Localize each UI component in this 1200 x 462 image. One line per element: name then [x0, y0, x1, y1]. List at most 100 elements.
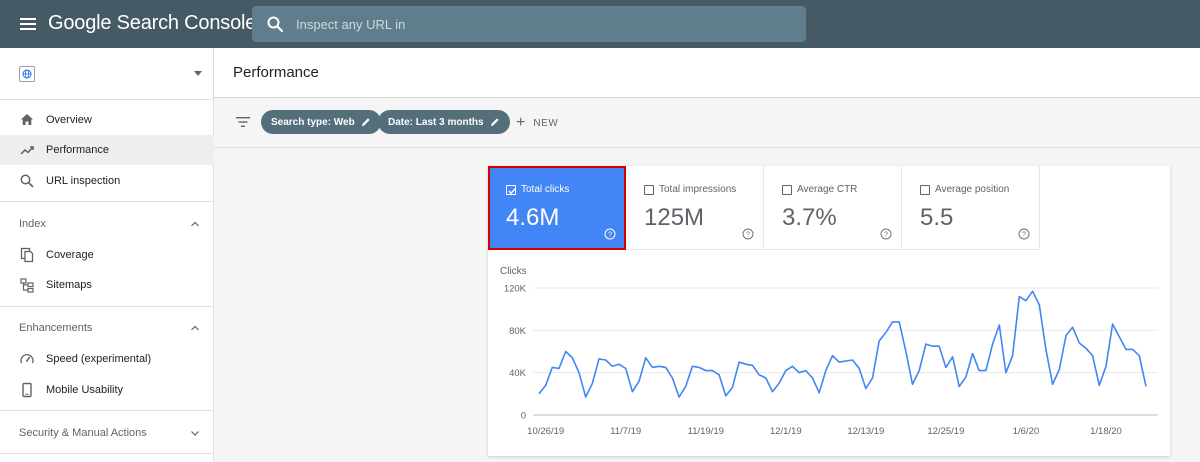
metric-value: 5.5	[920, 204, 954, 231]
chip-label: Search type: Web	[271, 116, 355, 128]
pencil-icon	[361, 118, 370, 126]
metric-label: Total clicks	[506, 184, 569, 195]
file-copy-icon	[20, 247, 34, 263]
sidebar-item-overview[interactable]: Overview	[0, 105, 214, 135]
app-title[interactable]: Google Search Console	[48, 12, 256, 35]
performance-card: Total clicks 4.6M ? Total impressions 12…	[488, 166, 1170, 456]
checkbox-checked-icon[interactable]	[506, 184, 516, 195]
sidebar-divider	[0, 306, 214, 307]
section-label: Index	[19, 218, 46, 230]
metric-average-position[interactable]: Average position 5.5 ?	[902, 166, 1040, 250]
property-dropdown-caret-icon[interactable]	[194, 71, 202, 76]
trending-up-icon	[20, 146, 34, 155]
sidebar-item-performance[interactable]: Performance	[0, 135, 214, 165]
checkbox-unchecked-icon[interactable]	[644, 184, 654, 195]
sidebar-item-label: Mobile Usability	[46, 384, 124, 396]
metric-label-text: Total impressions	[659, 184, 737, 195]
search-icon	[267, 16, 284, 33]
sidebar-section-enhancements[interactable]: Enhancements	[0, 312, 214, 344]
search-type-filter-chip[interactable]: Search type: Web	[261, 110, 381, 134]
metric-label-text: Average CTR	[797, 184, 858, 195]
checkbox-unchecked-icon[interactable]	[782, 184, 792, 195]
sidebar-section-index[interactable]: Index	[0, 208, 214, 240]
filter-bar: Search type: Web Date: Last 3 months + N…	[214, 98, 1200, 148]
section-label: Security & Manual Actions	[19, 427, 147, 439]
app-header: Google Search Console	[0, 0, 1200, 48]
y-tick-label: 120K	[504, 284, 527, 295]
metric-average-ctr[interactable]: Average CTR 3.7% ?	[764, 166, 902, 250]
filter-list-icon[interactable]	[236, 116, 250, 128]
metric-total-impressions[interactable]: Total impressions 125M ?	[626, 166, 764, 250]
metric-value: 125M	[644, 204, 705, 231]
date-filter-chip[interactable]: Date: Last 3 months	[378, 110, 510, 134]
new-filter-button[interactable]: + NEW	[516, 114, 558, 132]
sidebar-item-label: Sitemaps	[46, 279, 92, 291]
sidebar-item-mobile-usability[interactable]: Mobile Usability	[0, 375, 214, 405]
clicks-line-chart: Clicks 0 40K 80K 120K 10/26/19 11/7/19 11/19/19…	[500, 266, 1158, 437]
property-globe-icon	[19, 66, 35, 82]
x-tick-label: 12/13/19	[847, 426, 884, 437]
help-icon[interactable]: ?	[604, 228, 616, 240]
pencil-icon	[490, 118, 499, 126]
y-tick-label: 0	[521, 411, 526, 422]
sidebar-item-label: Coverage	[46, 249, 94, 261]
chevron-down-icon	[191, 431, 199, 436]
sidebar-item-sitemaps[interactable]: Sitemaps	[0, 270, 214, 300]
x-tick-label: 1/18/20	[1090, 426, 1122, 437]
help-icon[interactable]: ?	[742, 228, 754, 240]
globe-icon	[22, 69, 32, 79]
series-line	[538, 290, 1147, 398]
new-filter-label: NEW	[533, 117, 559, 129]
sitemap-icon	[20, 278, 34, 293]
plus-icon: +	[516, 114, 526, 131]
y-tick-label: 80K	[509, 326, 527, 337]
chevron-up-icon	[191, 325, 199, 331]
svg-text:?: ?	[746, 230, 750, 239]
svg-text:?: ?	[1022, 230, 1026, 239]
metric-value: 4.6M	[506, 204, 560, 231]
section-label: Enhancements	[19, 322, 93, 334]
sidebar-item-label: Performance	[46, 144, 109, 156]
search-icon	[20, 174, 34, 188]
x-tick-label: 1/6/20	[1013, 426, 1039, 437]
url-inspection-search[interactable]	[252, 6, 806, 42]
sidebar-item-label: Speed (experimental)	[46, 353, 152, 365]
metric-total-clicks[interactable]: Total clicks 4.6M ?	[488, 166, 626, 250]
hamburger-menu-icon[interactable]	[18, 15, 38, 33]
property-selector[interactable]	[0, 48, 214, 100]
x-tick-label: 11/19/19	[688, 426, 724, 437]
metric-label: Total impressions	[644, 184, 736, 195]
x-tick-label: 11/7/19	[610, 426, 641, 437]
svg-text:?: ?	[884, 230, 888, 239]
page-title: Performance	[233, 64, 319, 81]
sidebar-section-security[interactable]: Security & Manual Actions	[0, 417, 214, 449]
metric-value: 3.7%	[782, 204, 837, 231]
sidebar: Overview Performance URL inspection Inde…	[0, 48, 214, 462]
x-tick-label: 10/26/19	[527, 426, 564, 437]
x-tick-label: 12/25/19	[927, 426, 964, 437]
y-axis-label: Clicks	[500, 266, 527, 277]
clicks-chart: Clicks 0 40K 80K 120K 10/26/19 11/7/19 11/19/19…	[488, 262, 1170, 456]
metric-label-text: Total clicks	[521, 184, 570, 195]
sidebar-item-url-inspection[interactable]: URL inspection	[0, 166, 214, 196]
chevron-up-icon	[191, 221, 199, 227]
sidebar-item-coverage[interactable]: Coverage	[0, 240, 214, 270]
metric-label-text: Average position	[935, 184, 1010, 195]
help-icon[interactable]: ?	[1018, 228, 1030, 240]
sidebar-divider	[0, 201, 214, 202]
sidebar-item-label: URL inspection	[46, 175, 121, 187]
metric-label: Average position	[920, 184, 1009, 195]
smartphone-icon	[22, 382, 32, 398]
metric-label: Average CTR	[782, 184, 857, 195]
url-inspection-input[interactable]	[296, 6, 796, 42]
sidebar-divider	[0, 453, 214, 454]
speed-gauge-icon	[20, 353, 34, 364]
x-tick-label: 12/1/19	[770, 426, 802, 437]
sidebar-item-speed[interactable]: Speed (experimental)	[0, 344, 214, 374]
help-icon[interactable]: ?	[880, 228, 892, 240]
page-header: Performance	[214, 48, 1200, 98]
checkbox-unchecked-icon[interactable]	[920, 184, 930, 195]
y-tick-label: 40K	[509, 368, 527, 379]
sidebar-divider	[0, 410, 214, 411]
svg-text:?: ?	[608, 230, 612, 239]
